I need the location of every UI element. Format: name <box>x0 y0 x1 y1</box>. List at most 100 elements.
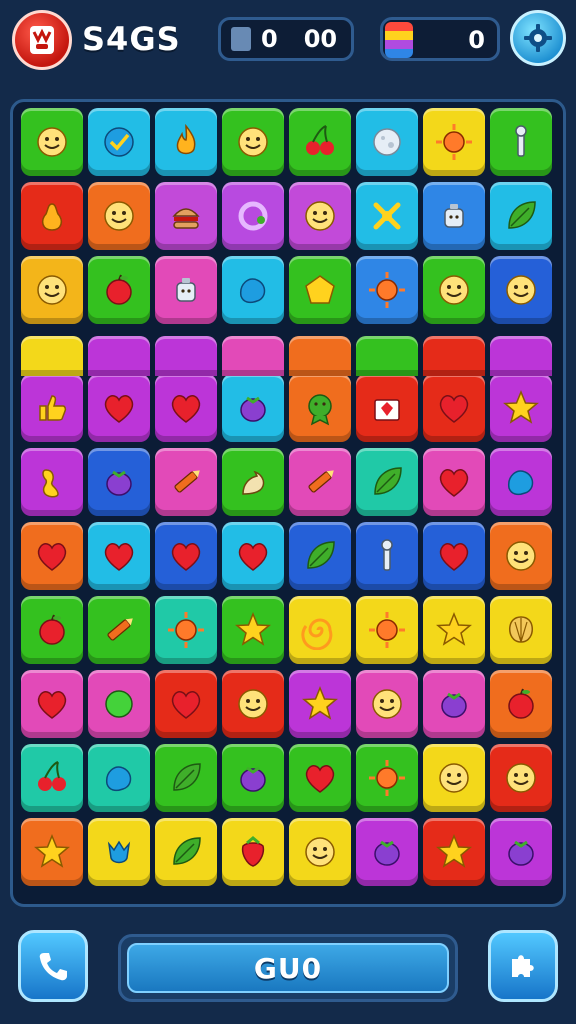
board-tile[interactable] <box>222 744 284 812</box>
board-tile[interactable] <box>289 522 351 590</box>
board-tile[interactable] <box>423 256 485 324</box>
board-tile[interactable] <box>490 108 552 176</box>
board-tile[interactable] <box>490 596 552 664</box>
board-tile[interactable] <box>222 448 284 516</box>
board-tile[interactable] <box>490 256 552 324</box>
board-tile[interactable] <box>356 374 418 442</box>
board-tile[interactable] <box>21 744 83 812</box>
board-tile[interactable] <box>155 374 217 442</box>
plug-icon <box>381 539 393 571</box>
board-tile[interactable] <box>356 182 418 250</box>
board-tile[interactable] <box>88 670 150 738</box>
board-tile[interactable] <box>423 818 485 886</box>
board-tile[interactable] <box>21 596 83 664</box>
board-tile[interactable] <box>222 818 284 886</box>
board-tile[interactable] <box>21 108 83 176</box>
cat-face-icon <box>305 837 335 867</box>
board-tile[interactable] <box>423 108 485 176</box>
board-tile[interactable] <box>88 596 150 664</box>
board-tile[interactable] <box>423 182 485 250</box>
partial-tile <box>423 336 485 376</box>
board-tile[interactable] <box>222 108 284 176</box>
board-tile[interactable] <box>289 108 351 176</box>
crossbones-icon <box>373 202 401 230</box>
board-tile[interactable] <box>155 108 217 176</box>
board-tile[interactable] <box>21 448 83 516</box>
board-tile[interactable] <box>490 182 552 250</box>
board-tile[interactable] <box>222 374 284 442</box>
board-tile[interactable] <box>423 596 485 664</box>
board-tile[interactable] <box>356 670 418 738</box>
board-tile[interactable] <box>155 818 217 886</box>
blob-icon <box>240 278 266 304</box>
board-tile[interactable] <box>289 596 351 664</box>
board-tile[interactable] <box>289 744 351 812</box>
board-tile[interactable] <box>155 596 217 664</box>
go-button[interactable]: GU0 <box>118 934 458 1002</box>
board-tile[interactable] <box>289 670 351 738</box>
board-tile[interactable] <box>88 256 150 324</box>
board-tile[interactable] <box>289 818 351 886</box>
wrench-icon <box>515 125 527 157</box>
board-tile[interactable] <box>289 256 351 324</box>
board-tile[interactable] <box>289 374 351 442</box>
board-tile[interactable] <box>490 744 552 812</box>
puzzle-button[interactable] <box>488 930 558 1002</box>
heart-icon <box>439 395 469 423</box>
board-tile[interactable] <box>155 448 217 516</box>
board-tile[interactable] <box>21 182 83 250</box>
board-tile[interactable] <box>21 256 83 324</box>
gift-icon <box>374 399 400 421</box>
baby-face-icon <box>104 201 134 231</box>
heart-icon <box>238 543 268 571</box>
board-tile[interactable] <box>356 818 418 886</box>
board-tile[interactable] <box>222 256 284 324</box>
partial-tile <box>21 336 83 376</box>
board-tile[interactable] <box>490 448 552 516</box>
board-tile[interactable] <box>423 448 485 516</box>
board-tile[interactable] <box>21 818 83 886</box>
board-tile[interactable] <box>88 448 150 516</box>
board-tile[interactable] <box>423 670 485 738</box>
phone-button[interactable] <box>18 930 88 1002</box>
board-tile[interactable] <box>490 374 552 442</box>
board-tile[interactable] <box>155 256 217 324</box>
board-tile[interactable] <box>88 744 150 812</box>
board-tile[interactable] <box>289 448 351 516</box>
partial-tile <box>88 336 150 376</box>
board-tile[interactable] <box>356 108 418 176</box>
board-tile[interactable] <box>356 744 418 812</box>
board-tile[interactable] <box>21 670 83 738</box>
board-tile[interactable] <box>88 522 150 590</box>
board-tile[interactable] <box>356 522 418 590</box>
board-tile[interactable] <box>155 744 217 812</box>
board-tile[interactable] <box>222 596 284 664</box>
shell-icon <box>508 616 534 643</box>
board-tile[interactable] <box>423 522 485 590</box>
board-tile[interactable] <box>88 818 150 886</box>
settings-button[interactable] <box>510 10 566 66</box>
board-tile[interactable] <box>490 670 552 738</box>
board-tile[interactable] <box>155 522 217 590</box>
board-tile[interactable] <box>222 182 284 250</box>
heart-icon <box>171 543 201 571</box>
board-tile[interactable] <box>423 744 485 812</box>
board-tile[interactable] <box>356 596 418 664</box>
board-tile[interactable] <box>21 374 83 442</box>
board-tile[interactable] <box>490 818 552 886</box>
burger-icon <box>172 208 200 229</box>
board-tile[interactable] <box>490 522 552 590</box>
board-tile[interactable] <box>222 522 284 590</box>
board-tile[interactable] <box>21 522 83 590</box>
board-tile[interactable] <box>88 374 150 442</box>
board-tile[interactable] <box>222 670 284 738</box>
board-tile[interactable] <box>289 182 351 250</box>
board-tile[interactable] <box>356 256 418 324</box>
board-tile[interactable] <box>155 182 217 250</box>
board-tile[interactable] <box>88 182 150 250</box>
board-tile[interactable] <box>423 374 485 442</box>
board-tile[interactable] <box>356 448 418 516</box>
board-tile[interactable] <box>155 670 217 738</box>
mascot-logo-icon[interactable] <box>12 10 72 70</box>
board-tile[interactable] <box>88 108 150 176</box>
